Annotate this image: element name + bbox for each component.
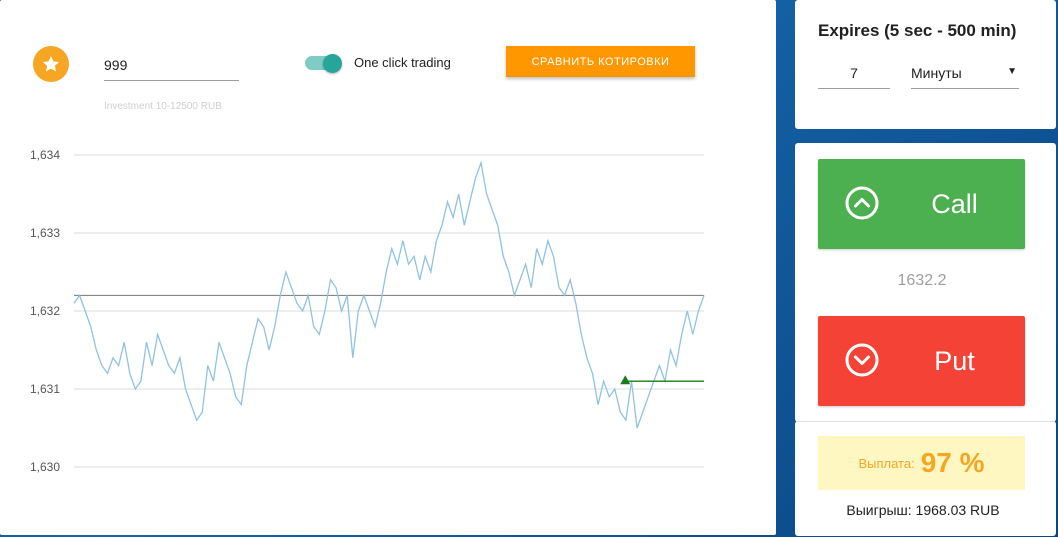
win-amount: Выигрыш: 1968.03 RUB bbox=[846, 502, 1000, 518]
chart-y-axis: 1,634 1,633 1,632 1,631 1,630 bbox=[30, 148, 60, 474]
chevron-up-circle-icon bbox=[845, 186, 879, 220]
call-button[interactable]: Call bbox=[818, 159, 1025, 249]
expires-unit-select[interactable]: Минуты ▼ bbox=[911, 58, 1019, 89]
entry-marker bbox=[620, 375, 631, 385]
chart-grid bbox=[74, 154, 704, 468]
trading-panel: Investment 10-12500 RUB One click tradin… bbox=[0, 0, 776, 535]
call-label: Call bbox=[931, 188, 978, 219]
payout-card: Выплата: 97 % Выигрыш: 1968.03 RUB bbox=[795, 421, 1056, 536]
y-tick-label: 1,631 bbox=[30, 382, 60, 396]
caret-down-icon: ▼ bbox=[1007, 66, 1017, 77]
toggle-thumb bbox=[323, 54, 342, 73]
one-click-toggle[interactable] bbox=[305, 54, 342, 73]
one-click-label: One click trading bbox=[354, 55, 451, 70]
investment-hint: Investment 10-12500 RUB bbox=[104, 101, 222, 112]
y-tick-label: 1,634 bbox=[30, 148, 60, 162]
compare-quotes-button[interactable]: СРАВНИТЬ КОТИРОВКИ bbox=[506, 46, 695, 77]
payout-label: Выплата: bbox=[858, 455, 915, 471]
price-chart: 1,634 1,633 1,632 1,631 1,630 bbox=[30, 148, 705, 474]
chevron-down-circle-icon bbox=[845, 343, 879, 377]
put-label: Put bbox=[934, 345, 975, 376]
chart-series bbox=[73, 160, 705, 429]
expires-value-input[interactable]: 7 bbox=[818, 58, 890, 89]
trade-card: Call 1632.2 Put bbox=[795, 143, 1056, 422]
payout-value: 97 % bbox=[920, 447, 985, 478]
y-tick-label: 1,633 bbox=[30, 226, 60, 240]
y-tick-label: 1,632 bbox=[30, 304, 60, 318]
star-glyph bbox=[42, 56, 60, 72]
star-icon[interactable] bbox=[33, 46, 69, 82]
put-button[interactable]: Put bbox=[818, 316, 1025, 406]
expires-unit-label: Минуты bbox=[911, 65, 962, 81]
payout-box: Выплата: 97 % bbox=[818, 436, 1025, 490]
current-price: 1632.2 bbox=[897, 272, 947, 289]
investment-input[interactable] bbox=[104, 50, 239, 81]
expires-title: Expires (5 sec - 500 min) bbox=[818, 21, 1017, 40]
expires-card: Expires (5 sec - 500 min) 7 Минуты ▼ bbox=[795, 0, 1056, 129]
y-tick-label: 1,630 bbox=[30, 460, 60, 474]
